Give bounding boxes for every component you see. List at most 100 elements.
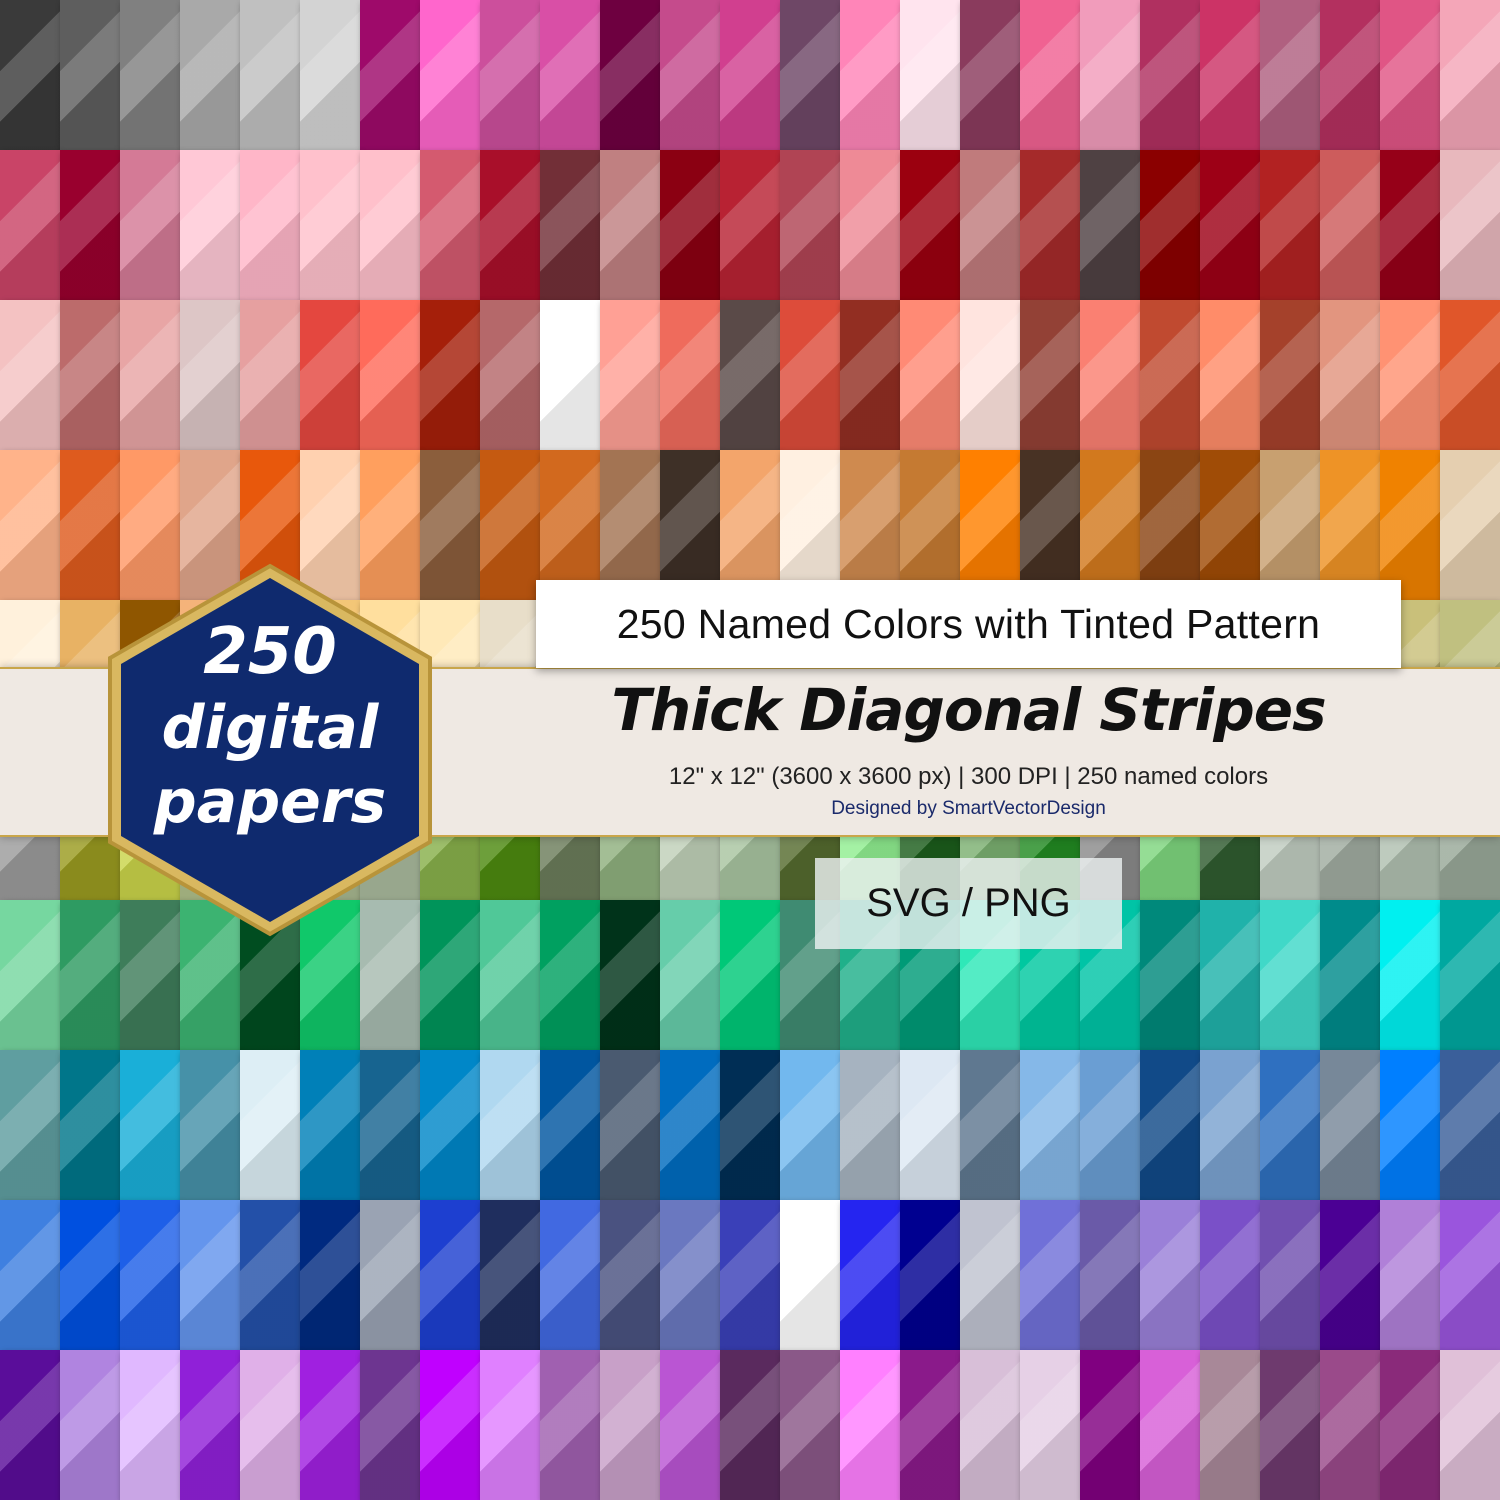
swatch-tint-stripe (480, 1350, 540, 1500)
swatch-tint-stripe (1440, 900, 1500, 1050)
swatch-tint-stripe (1140, 1200, 1200, 1350)
color-swatch (840, 1050, 900, 1200)
swatch-tint-stripe (60, 1200, 120, 1350)
swatch-tint-stripe (180, 150, 240, 300)
swatch-tint-stripe (540, 1050, 600, 1200)
swatch-tint-stripe (960, 1350, 1020, 1500)
color-swatch (1140, 1050, 1200, 1200)
swatch-tint-stripe (1440, 1350, 1500, 1500)
color-swatch (1440, 900, 1500, 1050)
color-swatch (300, 1200, 360, 1350)
color-swatch (1140, 900, 1200, 1050)
swatch-tint-stripe (300, 1050, 360, 1200)
swatch-tint-stripe (0, 900, 60, 1050)
swatch-tint-stripe (240, 0, 300, 150)
color-swatch (1200, 150, 1260, 300)
color-swatch (0, 1200, 60, 1350)
color-swatch (720, 0, 780, 150)
color-swatch (840, 150, 900, 300)
swatch-tint-stripe (60, 1050, 120, 1200)
color-swatch (540, 900, 600, 1050)
color-swatch (540, 0, 600, 150)
color-swatch (1440, 1050, 1500, 1200)
swatch-tint-stripe (660, 450, 720, 600)
swatch-tint-stripe (900, 150, 960, 300)
color-swatch (360, 300, 420, 450)
color-swatch (1200, 300, 1260, 450)
swatch-tint-stripe (720, 1200, 780, 1350)
swatch-tint-stripe (1320, 900, 1380, 1050)
swatch-tint-stripe (780, 150, 840, 300)
swatch-tint-stripe (0, 0, 60, 150)
swatch-tint-stripe (840, 1050, 900, 1200)
swatch-tint-stripe (420, 0, 480, 150)
color-swatch (1440, 150, 1500, 300)
swatch-tint-stripe (120, 1350, 180, 1500)
color-swatch (300, 150, 360, 300)
color-swatch (1320, 150, 1380, 300)
color-swatch (720, 1200, 780, 1350)
color-swatch (480, 1050, 540, 1200)
color-swatch (240, 150, 300, 300)
color-swatch (1380, 1200, 1440, 1350)
swatch-tint-stripe (120, 150, 180, 300)
swatch-tint-stripe (960, 1050, 1020, 1200)
swatch-tint-stripe (660, 1350, 720, 1500)
swatch-tint-stripe (300, 150, 360, 300)
swatch-tint-stripe (900, 450, 960, 600)
color-swatch (0, 300, 60, 450)
swatch-tint-stripe (1320, 1050, 1380, 1200)
color-swatch (900, 450, 960, 600)
color-swatch (60, 1050, 120, 1200)
color-swatch (300, 0, 360, 150)
color-swatch (60, 0, 120, 150)
swatch-tint-stripe (1260, 900, 1320, 1050)
color-swatch (720, 900, 780, 1050)
swatch-tint-stripe (1020, 1050, 1080, 1200)
badge-text: 250 digital papers (100, 620, 440, 832)
color-swatch (780, 450, 840, 600)
color-swatch (1080, 1350, 1140, 1500)
swatch-tint-stripe (1320, 1350, 1380, 1500)
swatch-tint-stripe (300, 1350, 360, 1500)
color-swatch (0, 0, 60, 150)
swatch-tint-stripe (240, 300, 300, 450)
color-swatch (420, 0, 480, 150)
swatch-tint-stripe (1020, 1200, 1080, 1350)
swatch-tint-stripe (1380, 0, 1440, 150)
color-swatch (1140, 0, 1200, 150)
swatch-tint-stripe (480, 450, 540, 600)
color-swatch (720, 1050, 780, 1200)
color-swatch (1440, 450, 1500, 600)
swatch-tint-stripe (540, 900, 600, 1050)
swatch-tint-stripe (960, 1200, 1020, 1350)
color-swatch (1140, 150, 1200, 300)
swatch-tint-stripe (1260, 1050, 1320, 1200)
color-swatch (960, 150, 1020, 300)
swatch-tint-stripe (1380, 900, 1440, 1050)
swatch-tint-stripe (1080, 1050, 1140, 1200)
swatch-tint-stripe (600, 900, 660, 1050)
color-swatch (360, 1050, 420, 1200)
swatch-tint-stripe (1320, 0, 1380, 150)
swatch-tint-stripe (60, 1350, 120, 1500)
color-swatch (720, 300, 780, 450)
color-swatch (300, 300, 360, 450)
swatch-tint-stripe (480, 1050, 540, 1200)
swatch-tint-stripe (780, 1050, 840, 1200)
color-swatch (900, 300, 960, 450)
swatch-tint-stripe (1200, 450, 1260, 600)
color-swatch (1080, 450, 1140, 600)
color-swatch (1260, 300, 1320, 450)
color-swatch (900, 1200, 960, 1350)
color-swatch (1260, 1050, 1320, 1200)
color-swatch (1380, 0, 1440, 150)
color-swatch (600, 900, 660, 1050)
color-swatch (660, 1350, 720, 1500)
swatch-tint-stripe (840, 450, 900, 600)
swatch-tint-stripe (660, 300, 720, 450)
swatch-tint-stripe (1200, 1200, 1260, 1350)
color-swatch (240, 1200, 300, 1350)
color-swatch (960, 1050, 1020, 1200)
swatch-tint-stripe (1200, 900, 1260, 1050)
